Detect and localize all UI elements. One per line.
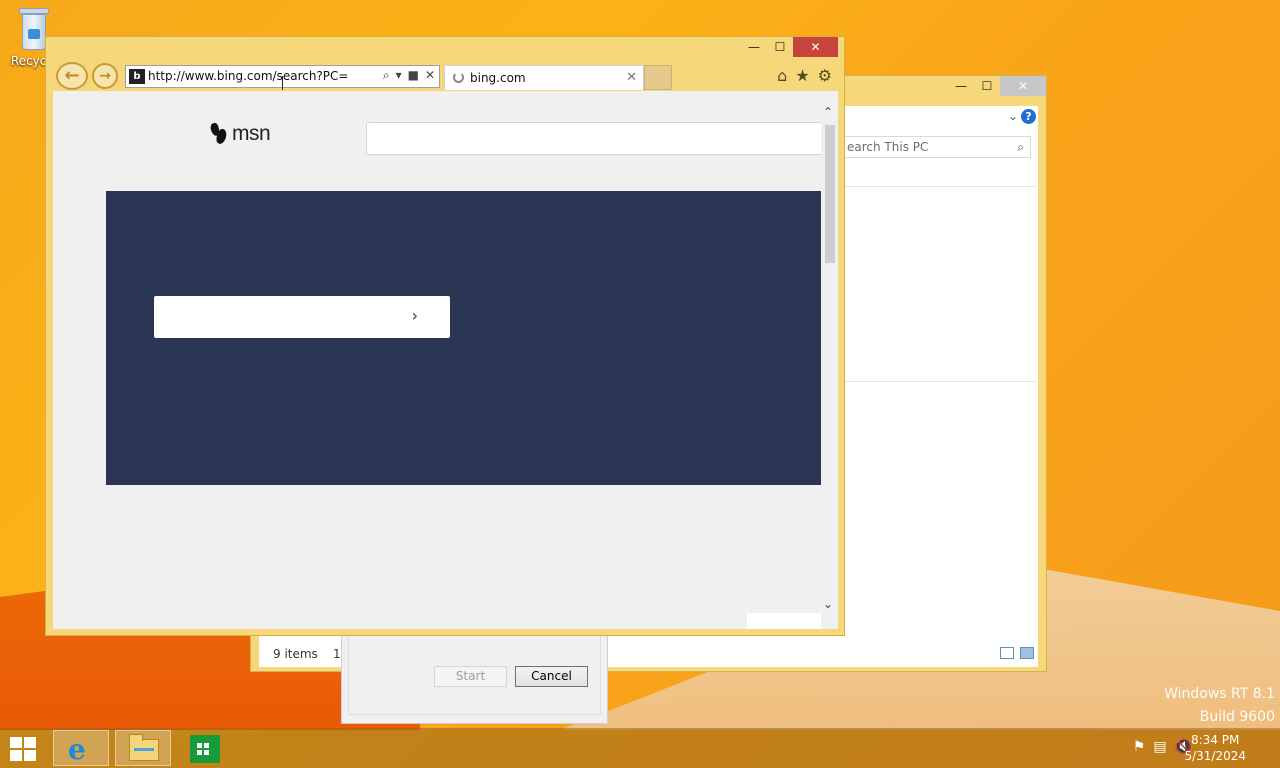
windows-logo-icon xyxy=(10,750,22,761)
help-icon[interactable]: ? xyxy=(1021,109,1036,124)
navigation-buttons: ← → xyxy=(56,62,118,90)
watermark-edition: Windows RT 8.1 xyxy=(1164,686,1275,702)
start-button[interactable] xyxy=(10,737,38,761)
taskbar-file-explorer[interactable] xyxy=(115,730,171,766)
favorites-icon[interactable]: ★ xyxy=(795,66,809,85)
msn-logo-text: msn xyxy=(232,122,271,145)
store-icon xyxy=(190,735,220,763)
minimize-button[interactable]: — xyxy=(741,37,767,57)
msn-butterfly-icon xyxy=(210,121,228,147)
clock-time: 8:34 PM xyxy=(1191,733,1240,747)
selected-count: 1 xyxy=(333,647,341,661)
address-bar-tools: ⌕ ▾ ■ ✕ xyxy=(383,68,435,83)
address-url[interactable]: http://www.bing.com/search?PC=WCUG xyxy=(148,69,348,83)
clock-date: 5/31/2024 xyxy=(1184,749,1246,763)
home-icon[interactable]: ⌂ xyxy=(777,66,787,85)
network-icon[interactable]: ▤ xyxy=(1153,739,1166,755)
page-element xyxy=(747,613,822,629)
chevron-down-icon[interactable]: ⌄ xyxy=(1008,109,1018,123)
scroll-down-icon[interactable]: ⌄ xyxy=(823,597,833,611)
divider xyxy=(844,186,1036,187)
folder-icon xyxy=(129,734,159,761)
windows-logo-icon xyxy=(24,737,36,748)
tools-gear-icon[interactable]: ⚙ xyxy=(818,66,832,85)
ie-caption-buttons: — ☐ ✕ xyxy=(741,37,838,59)
hero-cta-button[interactable]: › xyxy=(154,296,450,338)
start-button[interactable]: Start xyxy=(434,666,507,687)
chevron-right-icon: › xyxy=(411,306,418,325)
search-icon[interactable]: ⌕ xyxy=(1017,137,1024,157)
cancel-button[interactable]: Cancel xyxy=(515,666,588,687)
loading-spinner-icon xyxy=(453,72,464,83)
search-input[interactable]: earch This PC ⌕ xyxy=(844,136,1031,158)
new-tab-button[interactable] xyxy=(644,65,672,90)
vertical-scrollbar[interactable]: ⌃ ⌄ xyxy=(821,91,838,629)
details-view-icon[interactable] xyxy=(1000,647,1014,659)
flag-icon[interactable]: ⚑ xyxy=(1133,739,1146,755)
internet-explorer-icon: e xyxy=(68,733,86,766)
explorer-caption-buttons: — ☐ ✕ xyxy=(948,76,1046,98)
maximize-button[interactable]: ☐ xyxy=(974,76,1000,96)
minimize-button[interactable]: — xyxy=(948,76,974,96)
scroll-up-icon[interactable]: ⌃ xyxy=(823,105,833,119)
close-button[interactable]: ✕ xyxy=(1000,76,1046,96)
close-button[interactable]: ✕ xyxy=(793,37,838,57)
scrollbar-thumb[interactable] xyxy=(825,125,835,263)
dropdown-icon[interactable]: ▾ xyxy=(396,68,402,83)
hero-banner: › xyxy=(106,191,821,485)
clock[interactable]: 8:34 PM 5/31/2024 xyxy=(1184,732,1246,764)
text-cursor-icon xyxy=(282,76,288,90)
stop-icon[interactable]: ✕ xyxy=(425,68,435,83)
maximize-button[interactable]: ☐ xyxy=(767,37,793,57)
watermark-build: Build 9600 xyxy=(1199,709,1275,725)
ie-toolbar-icons: ⌂ ★ ⚙ xyxy=(777,66,832,85)
internet-explorer-window[interactable]: — ☐ ✕ ← → b http://www.bing.com/search?P… xyxy=(45,36,845,636)
taskbar-internet-explorer[interactable]: e xyxy=(53,730,109,766)
windows-logo-icon xyxy=(24,750,36,761)
item-count: 9 items xyxy=(273,647,318,661)
search-placeholder: earch This PC xyxy=(847,140,929,154)
back-button[interactable]: ← xyxy=(56,62,88,90)
forward-button[interactable]: → xyxy=(92,63,118,89)
view-buttons xyxy=(1000,647,1034,659)
tab-close-icon[interactable]: ✕ xyxy=(626,70,637,85)
web-search-input[interactable] xyxy=(366,122,826,155)
system-tray: ⚑ ▤ 🔇 xyxy=(1133,739,1192,755)
large-icons-view-icon[interactable] xyxy=(1020,647,1034,659)
divider xyxy=(844,381,1036,382)
lock-icon: ■ xyxy=(407,68,419,82)
windows-watermark: Windows RT 8.1 Build 9600 xyxy=(1164,683,1275,729)
web-page-content: msn › ⌃ ⌄ xyxy=(53,91,838,629)
browser-tab[interactable]: bing.com ✕ xyxy=(444,65,644,90)
windows-logo-icon xyxy=(10,737,22,748)
msn-logo[interactable]: msn xyxy=(210,121,271,147)
dialog-window: Start Cancel xyxy=(341,630,608,724)
search-icon[interactable]: ⌕ xyxy=(383,68,390,83)
tab-title: bing.com xyxy=(470,71,526,85)
site-favicon-icon: b xyxy=(129,69,145,84)
taskbar: e ⚑ ▤ 🔇 8:34 PM 5/31/2024 xyxy=(0,728,1280,768)
taskbar-store[interactable] xyxy=(177,730,233,766)
